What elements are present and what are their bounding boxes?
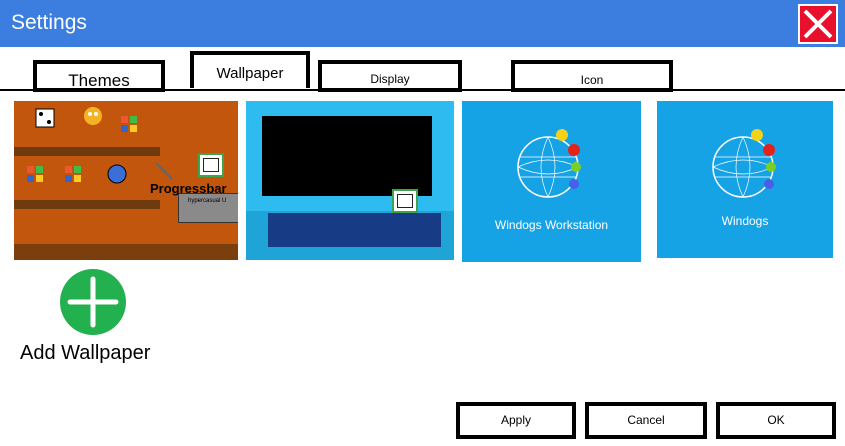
windows-flag-icon	[27, 166, 43, 182]
floor	[14, 244, 238, 260]
black-screen	[262, 116, 432, 196]
tab-themes[interactable]: Themes	[33, 60, 165, 92]
add-wallpaper-button[interactable]	[60, 269, 126, 335]
tab-display[interactable]: Display	[318, 60, 462, 92]
windogs-logo-icon	[712, 129, 776, 198]
cancel-button[interactable]: Cancel	[585, 402, 707, 439]
monitor-icon	[198, 153, 224, 177]
wallpaper-thumbnail-windogs[interactable]: Windogs	[657, 101, 833, 258]
mascot-icon	[84, 107, 102, 125]
title-bar: Settings	[0, 0, 845, 47]
windows-flag-icon	[121, 116, 137, 132]
arrow-icon	[155, 162, 173, 180]
wallpaper-thumbnail-progressbar[interactable]: Progressbar hypercasual U	[14, 101, 238, 260]
shelf	[14, 200, 160, 209]
windows-flag-icon	[65, 166, 81, 182]
windogs-logo-text: Windogs	[721, 214, 769, 228]
close-button[interactable]	[798, 4, 838, 44]
shelf	[14, 147, 160, 156]
windogs-logo-icon	[517, 129, 581, 198]
window-title: Settings	[11, 11, 87, 34]
globe-icon	[107, 164, 127, 184]
apply-button[interactable]: Apply	[456, 402, 576, 439]
monitor-icon	[392, 189, 418, 213]
plus-icon	[67, 276, 119, 328]
add-wallpaper-label[interactable]: Add Wallpaper	[20, 341, 150, 365]
tab-icon[interactable]: Icon	[511, 60, 673, 92]
progressbar-subtext: hypercasual U	[188, 198, 227, 204]
wallpaper-thumbnail-desktop[interactable]	[246, 101, 454, 260]
ok-button[interactable]: OK	[716, 402, 836, 439]
progressbar-text: Progressbar	[150, 181, 227, 196]
navy-band	[268, 213, 441, 247]
close-icon	[803, 9, 833, 39]
wallpaper-thumbnail-windogs-workstation[interactable]: Windogs Workstation	[462, 101, 641, 262]
dice-icon	[35, 108, 55, 128]
tab-wallpaper[interactable]: Wallpaper	[190, 51, 310, 88]
windogs-workstation-logo-text: Windogs Workstation	[494, 218, 609, 232]
